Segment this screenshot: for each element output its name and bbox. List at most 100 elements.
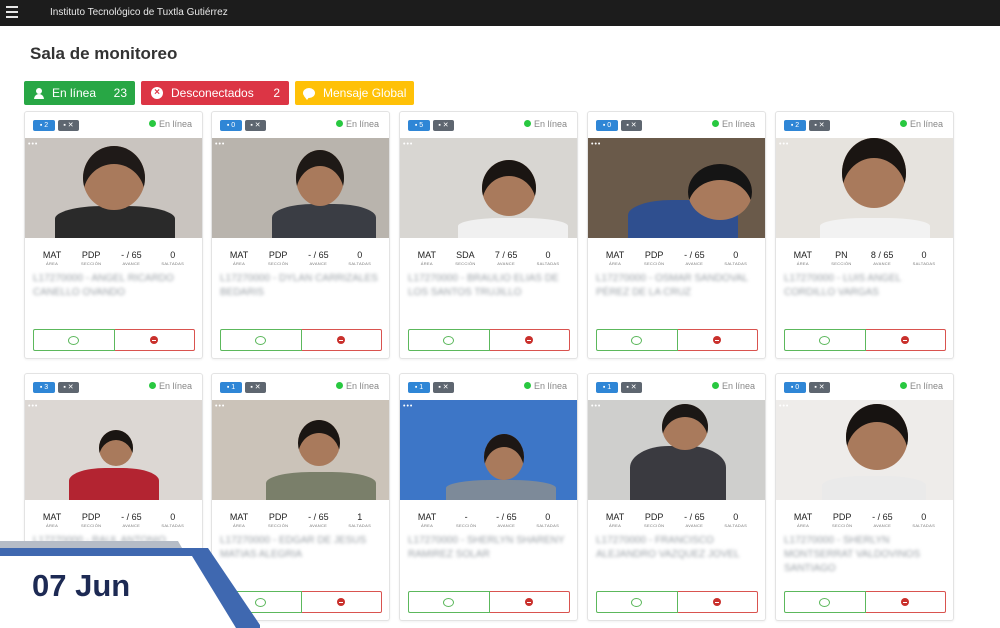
card-actions: [408, 329, 570, 351]
send-message-button[interactable]: [408, 591, 490, 613]
send-message-button[interactable]: [408, 329, 490, 351]
webcam-feed: •••: [212, 400, 389, 500]
remove-student-button[interactable]: [865, 329, 946, 351]
card-header: ▪ 5 ▪ ✕ En línea: [400, 112, 577, 138]
global-message-button[interactable]: Mensaje Global: [295, 81, 414, 105]
message-count-badge[interactable]: ▪ 0: [596, 120, 618, 131]
chat-icon: [255, 335, 267, 345]
video-menu-icon[interactable]: •••: [779, 141, 789, 148]
minus-circle-icon: [525, 598, 534, 606]
progress-stats: MAT ÁREA PDP SECCIÓN - / 65 AVANCE 0 SALTADA…: [588, 512, 765, 534]
close-camera-badge[interactable]: ▪ ✕: [58, 382, 79, 393]
hamburger-menu-icon[interactable]: [6, 6, 18, 19]
webcam-feed: •••: [400, 400, 577, 500]
card-actions: [220, 329, 382, 351]
person-face: [83, 146, 145, 210]
student-name: L17270000 - LUIS ANGEL CORDILLO VARGAS: [784, 273, 901, 298]
remove-student-button[interactable]: [114, 329, 195, 351]
message-count-badge[interactable]: ▪ 5: [408, 120, 430, 131]
remove-student-button[interactable]: [489, 329, 570, 351]
message-count-badge[interactable]: ▪ 2: [33, 120, 55, 131]
stat-area: MAT ÁREA: [42, 512, 62, 528]
stat-saltadas: 0 SALTADAS: [536, 512, 560, 528]
online-dot-icon: [523, 120, 531, 128]
message-count-badge[interactable]: ▪ 1: [596, 382, 618, 393]
minus-circle-icon: [150, 336, 159, 344]
send-message-button[interactable]: [784, 329, 866, 351]
status-indicator: En línea: [148, 119, 192, 129]
online-dot-icon: [711, 120, 719, 128]
remove-student-button[interactable]: [677, 591, 758, 613]
stat-area: MAT ÁREA: [42, 250, 62, 266]
stat-avance: 7 / 65 AVANCE: [494, 250, 518, 266]
video-menu-icon[interactable]: •••: [591, 403, 601, 410]
stat-area: MAT ÁREA: [605, 512, 625, 528]
send-message-button[interactable]: [220, 329, 302, 351]
video-menu-icon[interactable]: •••: [28, 403, 38, 410]
minus-circle-icon: [713, 598, 722, 606]
chat-icon: [443, 597, 455, 607]
message-count-badge[interactable]: ▪ 1: [408, 382, 430, 393]
webcam-feed: •••: [588, 400, 765, 500]
top-navbar: Instituto Tecnológico de Tuxtla Gutiérre…: [0, 0, 1000, 26]
status-indicator: En línea: [899, 119, 943, 129]
online-dot-icon: [899, 120, 907, 128]
close-camera-badge[interactable]: ▪ ✕: [809, 120, 830, 131]
stat-saltadas: 0 SALTADAS: [161, 250, 185, 266]
stat-seccion: PDP SECCIÓN: [831, 512, 853, 528]
video-menu-icon[interactable]: •••: [28, 141, 38, 148]
video-menu-icon[interactable]: •••: [403, 141, 413, 148]
card-actions: [408, 591, 570, 613]
student-card: ▪ 5 ▪ ✕ En línea ••• MAT ÁREA SDA SECCIÓN …: [399, 111, 578, 359]
global-message-label: Mensaje Global: [323, 86, 407, 100]
video-menu-icon[interactable]: •••: [591, 141, 601, 148]
online-count-button[interactable]: En línea 23: [24, 81, 135, 105]
send-message-button[interactable]: [33, 329, 115, 351]
remove-student-button[interactable]: [301, 591, 382, 613]
remove-student-button[interactable]: [301, 329, 382, 351]
close-camera-badge[interactable]: ▪ ✕: [433, 382, 454, 393]
stat-seccion: PDP SECCIÓN: [80, 250, 102, 266]
video-menu-icon[interactable]: •••: [215, 141, 225, 148]
stat-saltadas: 0 SALTADAS: [536, 250, 560, 266]
person-body: [446, 480, 556, 500]
status-indicator: En línea: [148, 381, 192, 391]
close-camera-badge[interactable]: ▪ ✕: [245, 120, 266, 131]
person-face: [482, 160, 536, 216]
video-menu-icon[interactable]: •••: [215, 403, 225, 410]
progress-stats: MAT ÁREA PDP SECCIÓN - / 65 AVANCE 1 SALTADA…: [212, 512, 389, 534]
remove-student-button[interactable]: [489, 591, 570, 613]
progress-stats: MAT ÁREA PDP SECCIÓN - / 65 AVANCE 0 SALTADA…: [588, 250, 765, 272]
stat-avance: - / 65 AVANCE: [496, 512, 517, 528]
card-header: ▪ 3 ▪ ✕ En línea: [25, 374, 202, 400]
message-count-badge[interactable]: ▪ 2: [784, 120, 806, 131]
video-menu-icon[interactable]: •••: [779, 403, 789, 410]
disconnected-count-button[interactable]: × Desconectados 2: [141, 81, 289, 105]
person-face: [688, 164, 752, 220]
webcam-feed: •••: [400, 138, 577, 238]
remove-student-button[interactable]: [865, 591, 946, 613]
message-count-badge[interactable]: ▪ 0: [784, 382, 806, 393]
send-message-button[interactable]: [596, 591, 678, 613]
close-camera-badge[interactable]: ▪ ✕: [433, 120, 454, 131]
close-camera-badge[interactable]: ▪ ✕: [809, 382, 830, 393]
close-camera-badge[interactable]: ▪ ✕: [621, 382, 642, 393]
message-count-badge[interactable]: ▪ 0: [220, 120, 242, 131]
message-count-badge[interactable]: ▪ 1: [220, 382, 242, 393]
person-face: [846, 404, 908, 470]
message-count-badge[interactable]: ▪ 3: [33, 382, 55, 393]
stat-seccion: PDP SECCIÓN: [643, 512, 665, 528]
remove-student-button[interactable]: [677, 329, 758, 351]
send-message-button[interactable]: [596, 329, 678, 351]
video-menu-icon[interactable]: •••: [403, 403, 413, 410]
online-dot-icon: [523, 382, 531, 390]
webcam-feed: •••: [25, 400, 202, 500]
stat-area: MAT ÁREA: [605, 250, 625, 266]
person-body: [69, 468, 159, 500]
close-camera-badge[interactable]: ▪ ✕: [245, 382, 266, 393]
close-camera-badge[interactable]: ▪ ✕: [58, 120, 79, 131]
card-header: ▪ 2 ▪ ✕ En línea: [776, 112, 953, 138]
stat-area: MAT ÁREA: [417, 250, 436, 266]
send-message-button[interactable]: [784, 591, 866, 613]
close-camera-badge[interactable]: ▪ ✕: [621, 120, 642, 131]
